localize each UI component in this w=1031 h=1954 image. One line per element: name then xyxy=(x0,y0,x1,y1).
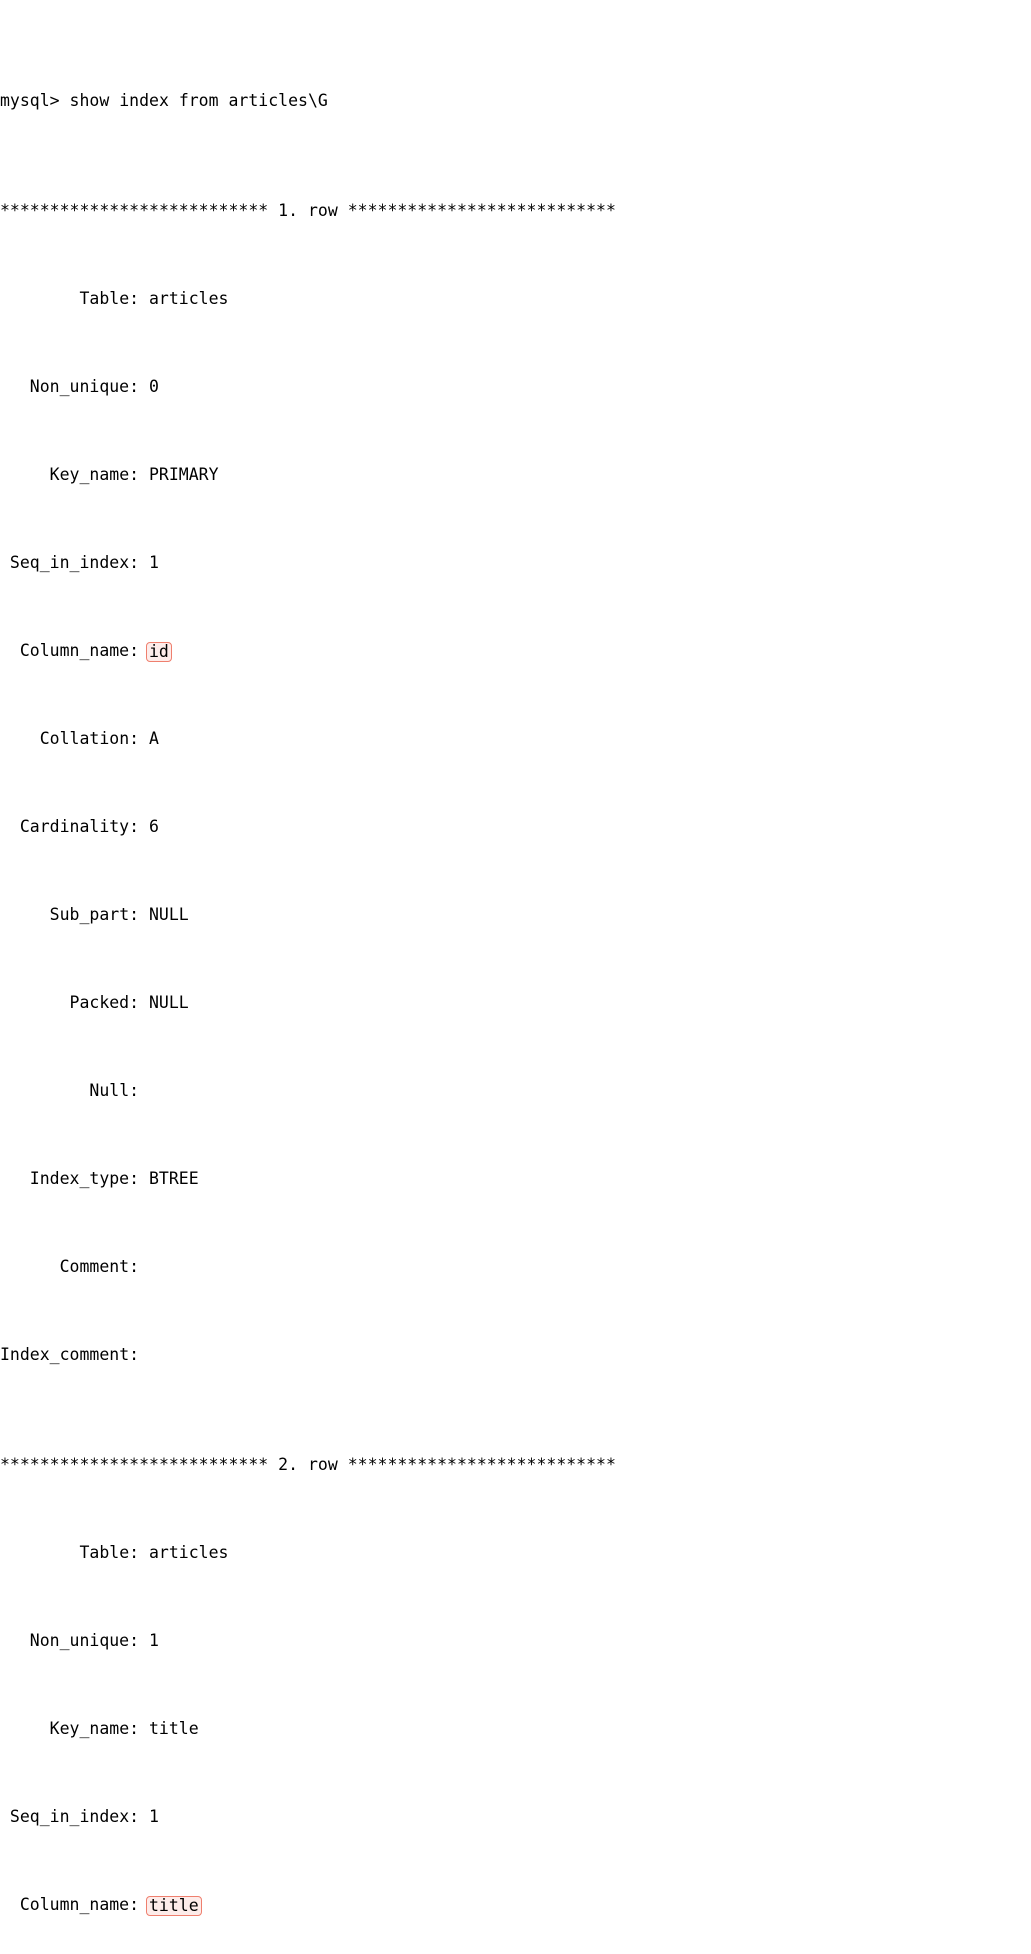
field-index-comment-1: Index_comment: xyxy=(0,1344,1031,1366)
field-label-packed: Packed: xyxy=(69,993,140,1012)
field-label-index-type: Index_type: xyxy=(29,1169,140,1188)
field-collation-1: Collation: A xyxy=(0,728,1031,750)
field-label-seq-in-index: Seq_in_index: xyxy=(9,1807,140,1826)
field-value-key-name: title xyxy=(148,1719,199,1738)
field-index-type-1: Index_type: BTREE xyxy=(0,1168,1031,1190)
field-label-non-unique: Non_unique: xyxy=(29,1631,140,1650)
row-separator-2: *************************** 2. row *****… xyxy=(0,1454,1031,1476)
field-value-sub-part: NULL xyxy=(148,905,189,924)
field-value-seq-in-index: 1 xyxy=(148,1807,159,1826)
field-value-seq-in-index: 1 xyxy=(148,553,159,572)
field-key-name-2: Key_name: title xyxy=(0,1718,1031,1740)
field-value-key-name: PRIMARY xyxy=(148,465,219,484)
field-label-column-name: Column_name: xyxy=(19,1895,140,1914)
field-value-collation: A xyxy=(148,729,159,748)
field-label-cardinality: Cardinality: xyxy=(19,817,140,836)
field-label-null: Null: xyxy=(89,1081,140,1100)
field-label-non-unique: Non_unique: xyxy=(29,377,140,396)
field-non-unique-1: Non_unique: 0 xyxy=(0,376,1031,398)
field-value-non-unique: 0 xyxy=(148,377,159,396)
field-label-index-comment: Index_comment: xyxy=(0,1345,140,1364)
field-non-unique-2: Non_unique: 1 xyxy=(0,1630,1031,1652)
field-table-1: Table: articles xyxy=(0,288,1031,310)
field-value-index-type: BTREE xyxy=(148,1169,199,1188)
field-cardinality-1: Cardinality: 6 xyxy=(0,816,1031,838)
mysql-prompt: mysql> xyxy=(0,91,70,110)
column-name-highlight-box-2[interactable]: title xyxy=(145,1896,202,1916)
field-label-table: Table: xyxy=(79,289,140,308)
field-label-sub-part: Sub_part: xyxy=(49,905,140,924)
command-text: show index from articles\G xyxy=(69,91,328,110)
separator-stars-right-1: *************************** xyxy=(347,201,616,220)
field-label-collation: Collation: xyxy=(39,729,140,748)
field-null-1: Null: xyxy=(0,1080,1031,1102)
field-packed-1: Packed: NULL xyxy=(0,992,1031,1014)
separator-stars-left-1: *************************** xyxy=(0,201,269,220)
field-value-cardinality: 6 xyxy=(148,817,159,836)
row-separator-1: *************************** 1. row *****… xyxy=(0,200,1031,222)
field-value-packed: NULL xyxy=(148,993,189,1012)
command-line: mysql> show index from articles\G xyxy=(0,90,1031,112)
row-marker-2: 2. row xyxy=(278,1455,338,1474)
field-label-comment: Comment: xyxy=(59,1257,140,1276)
terminal-output[interactable]: mysql> show index from articles\G ******… xyxy=(0,0,1031,1954)
field-key-name-1: Key_name: PRIMARY xyxy=(0,464,1031,486)
separator-stars-left-2: *************************** xyxy=(0,1455,269,1474)
field-table-2: Table: articles xyxy=(0,1542,1031,1564)
field-comment-1: Comment: xyxy=(0,1256,1031,1278)
field-sub-part-1: Sub_part: NULL xyxy=(0,904,1031,926)
field-label-key-name: Key_name: xyxy=(49,1719,140,1738)
field-column-name-2: Column_name: title xyxy=(0,1894,1031,1916)
field-column-name-1: Column_name: id xyxy=(0,640,1031,662)
field-seq-in-index-1: Seq_in_index: 1 xyxy=(0,552,1031,574)
field-value-non-unique: 1 xyxy=(148,1631,159,1650)
field-label-seq-in-index: Seq_in_index: xyxy=(9,553,140,572)
field-label-table: Table: xyxy=(79,1543,140,1562)
field-value-table: articles xyxy=(148,1543,229,1562)
separator-stars-right-2: *************************** xyxy=(347,1455,616,1474)
field-seq-in-index-2: Seq_in_index: 1 xyxy=(0,1806,1031,1828)
column-name-highlight-box-1[interactable]: id xyxy=(145,642,172,662)
row-marker-1: 1. row xyxy=(278,201,338,220)
field-label-key-name: Key_name: xyxy=(49,465,140,484)
field-label-column-name: Column_name: xyxy=(19,641,140,660)
field-value-table: articles xyxy=(148,289,229,308)
